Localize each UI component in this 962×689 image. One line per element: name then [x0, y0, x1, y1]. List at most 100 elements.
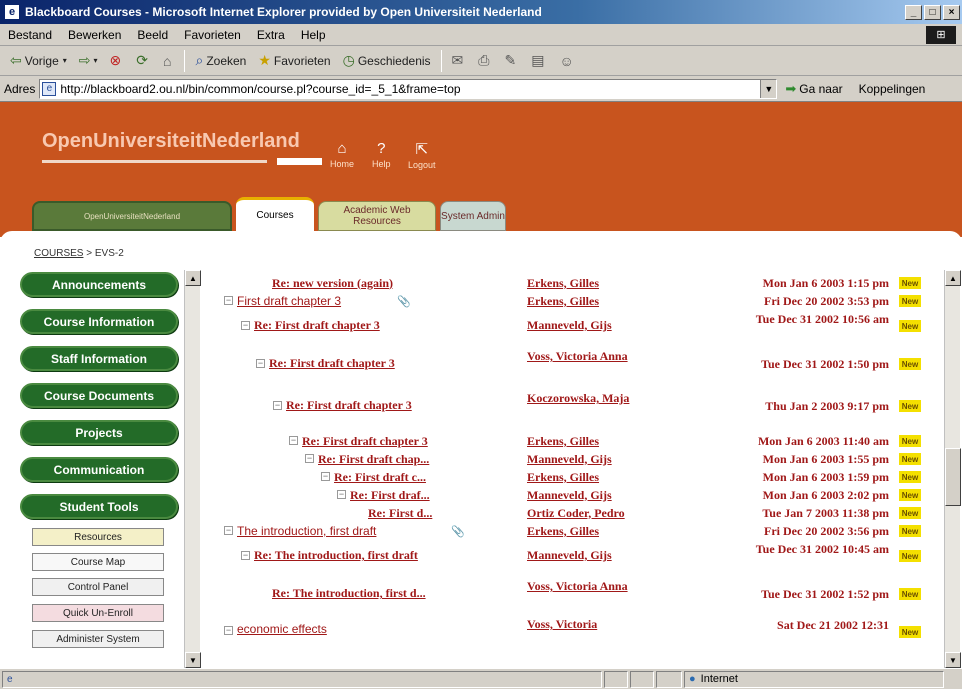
links-button[interactable]: Koppelingen — [851, 82, 926, 96]
chevron-down-icon[interactable]: ▼ — [760, 79, 777, 98]
control-panel-button[interactable]: Control Panel — [32, 578, 164, 596]
close-button[interactable]: × — [943, 4, 960, 20]
menu-extra[interactable]: Extra — [249, 28, 293, 42]
menu-beeld[interactable]: Beeld — [129, 28, 176, 42]
thread-scrollbar[interactable]: ▲ ▼ — [944, 270, 961, 668]
tab-system-admin[interactable]: System Admin — [440, 201, 506, 231]
collapse-icon[interactable]: − — [241, 551, 250, 560]
thread-subject-link[interactable]: Re: First draf... — [350, 488, 430, 503]
thread-subject-link[interactable]: Re: First draft chapter 3 — [302, 434, 428, 449]
scroll-down-icon[interactable]: ▼ — [185, 652, 201, 668]
thread-author-link[interactable]: Erkens, Gilles — [527, 434, 667, 448]
student-tools-button[interactable]: Student Tools — [20, 494, 178, 519]
collapse-icon[interactable]: − — [241, 321, 250, 330]
menu-scrollbar[interactable]: ▲ ▼ — [184, 270, 201, 668]
scroll-thumb[interactable] — [945, 448, 961, 506]
thread-subject-link[interactable]: Re: First d... — [368, 506, 432, 521]
thread-subject-link[interactable]: Re: First draft chapter 3 — [286, 398, 412, 413]
thread-subject-link[interactable]: First draft chapter 3 — [237, 294, 341, 308]
staff-information-button[interactable]: Staff Information — [20, 346, 178, 371]
go-button[interactable]: ➡ Ga naar — [777, 81, 850, 97]
collapse-icon[interactable]: − — [224, 296, 233, 305]
resources-button[interactable]: Resources — [32, 528, 164, 546]
thread-subject-link[interactable]: Re: The introduction, first draft — [254, 548, 418, 563]
attachment-icon: 📎 — [451, 525, 465, 538]
quick-unenroll-button[interactable]: Quick Un-Enroll — [32, 604, 164, 622]
thread-subject-link[interactable]: Re: First draft chapter 3 — [269, 356, 395, 371]
favorites-button[interactable]: ★ Favorieten — [252, 49, 336, 73]
home-nav-button[interactable]: ⌂ Home — [330, 140, 354, 169]
menu-bestand[interactable]: Bestand — [0, 28, 60, 42]
forward-button[interactable]: ⇨ ▾ — [73, 49, 104, 73]
logo-text: OpenUniversiteitNederland — [42, 130, 300, 152]
thread-subject-link[interactable]: The introduction, first draft — [237, 524, 376, 538]
thread-author-link[interactable]: Manneveld, Gijs — [527, 549, 667, 562]
address-input[interactable]: e http://blackboard2.ou.nl/bin/common/co… — [39, 78, 778, 99]
menu-help[interactable]: Help — [293, 28, 334, 42]
communication-button[interactable]: Communication — [20, 457, 178, 482]
collapse-icon[interactable]: − — [289, 436, 298, 445]
status-bar: e ● Internet — [0, 668, 962, 689]
administer-system-button[interactable]: Administer System — [32, 630, 164, 648]
scroll-down-icon[interactable]: ▼ — [945, 652, 961, 668]
stop-button[interactable]: ⊗ — [104, 49, 131, 73]
collapse-icon[interactable]: − — [224, 526, 233, 535]
thread-row: − Re: First draft chapter 3 Manneveld, G… — [205, 310, 944, 342]
course-map-button[interactable]: Course Map — [32, 553, 164, 571]
thread-author-link[interactable]: Erkens, Gilles — [527, 294, 667, 308]
tab-home[interactable]: OpenUniversiteitNederland — [32, 201, 232, 231]
ie-icon: e — [4, 4, 20, 20]
minimize-button[interactable]: _ — [905, 4, 922, 20]
thread-author-link[interactable]: Manneveld, Gijs — [527, 488, 667, 502]
history-button[interactable]: ◷ Geschiedenis — [337, 49, 437, 73]
thread-subject-link[interactable]: Re: First draft c... — [334, 470, 426, 485]
discuss-icon: ▤ — [531, 52, 545, 68]
thread-subject-link[interactable]: Re: First draft chap... — [318, 452, 429, 467]
thread-subject-link[interactable]: Re: The introduction, first d... — [272, 586, 426, 601]
messenger-button[interactable]: ☺ — [553, 49, 582, 73]
search-button[interactable]: ⌕ Zoeken — [189, 49, 252, 73]
back-button[interactable]: ⇦ Vorige ▾ — [4, 49, 73, 73]
thread-subject-link[interactable]: Re: new version (again) — [272, 276, 393, 291]
collapse-icon[interactable]: − — [256, 359, 265, 368]
print-button[interactable]: ⎙ — [472, 49, 498, 73]
logout-nav-button[interactable]: ⇱ Logout — [408, 140, 436, 170]
collapse-icon[interactable]: − — [305, 454, 314, 463]
edit-button[interactable]: ✎ — [498, 49, 525, 73]
tab-academic-web-resources[interactable]: Academic Web Resources — [318, 201, 436, 231]
collapse-icon[interactable]: − — [321, 472, 330, 481]
thread-author-link[interactable]: Erkens, Gilles — [527, 524, 667, 538]
thread-author-link[interactable]: Manneveld, Gijs — [527, 452, 667, 466]
refresh-button[interactable]: ⟳ — [130, 49, 157, 73]
collapse-icon[interactable]: − — [224, 626, 233, 635]
thread-author-link[interactable]: Voss, Victoria Anna — [527, 350, 667, 363]
thread-author-link[interactable]: Koczorowska, Maja — [527, 392, 667, 405]
course-information-button[interactable]: Course Information — [20, 309, 178, 334]
thread-subject-link[interactable]: economic effects — [237, 622, 327, 636]
menu-favorieten[interactable]: Favorieten — [176, 28, 249, 42]
breadcrumb-courses-link[interactable]: COURSES — [34, 248, 83, 259]
mail-button[interactable]: ✉ — [446, 49, 473, 73]
restore-button[interactable]: □ — [924, 4, 941, 20]
address-url: http://blackboard2.ou.nl/bin/common/cour… — [60, 81, 461, 96]
thread-author-link[interactable]: Voss, Victoria — [527, 618, 667, 631]
history-label: Geschiedenis — [357, 53, 431, 68]
menu-bewerken[interactable]: Bewerken — [60, 28, 129, 42]
tab-courses[interactable]: Courses — [236, 197, 314, 231]
scroll-up-icon[interactable]: ▲ — [185, 270, 201, 286]
home-button[interactable]: ⌂ — [157, 49, 180, 73]
announcements-button[interactable]: Announcements — [20, 272, 178, 297]
thread-author-link[interactable]: Erkens, Gilles — [527, 276, 667, 290]
collapse-icon[interactable]: − — [273, 401, 282, 410]
help-nav-button[interactable]: ? Help — [372, 140, 391, 169]
thread-subject-link[interactable]: Re: First draft chapter 3 — [254, 318, 380, 333]
thread-author-link[interactable]: Manneveld, Gijs — [527, 319, 667, 332]
discuss-button[interactable]: ▤ — [525, 49, 553, 73]
thread-author-link[interactable]: Ortiz Coder, Pedro — [527, 506, 667, 520]
projects-button[interactable]: Projects — [20, 420, 178, 445]
thread-author-link[interactable]: Erkens, Gilles — [527, 470, 667, 484]
course-documents-button[interactable]: Course Documents — [20, 383, 178, 408]
collapse-icon[interactable]: − — [337, 490, 346, 499]
scroll-up-icon[interactable]: ▲ — [945, 270, 961, 286]
thread-author-link[interactable]: Voss, Victoria Anna — [527, 580, 667, 593]
